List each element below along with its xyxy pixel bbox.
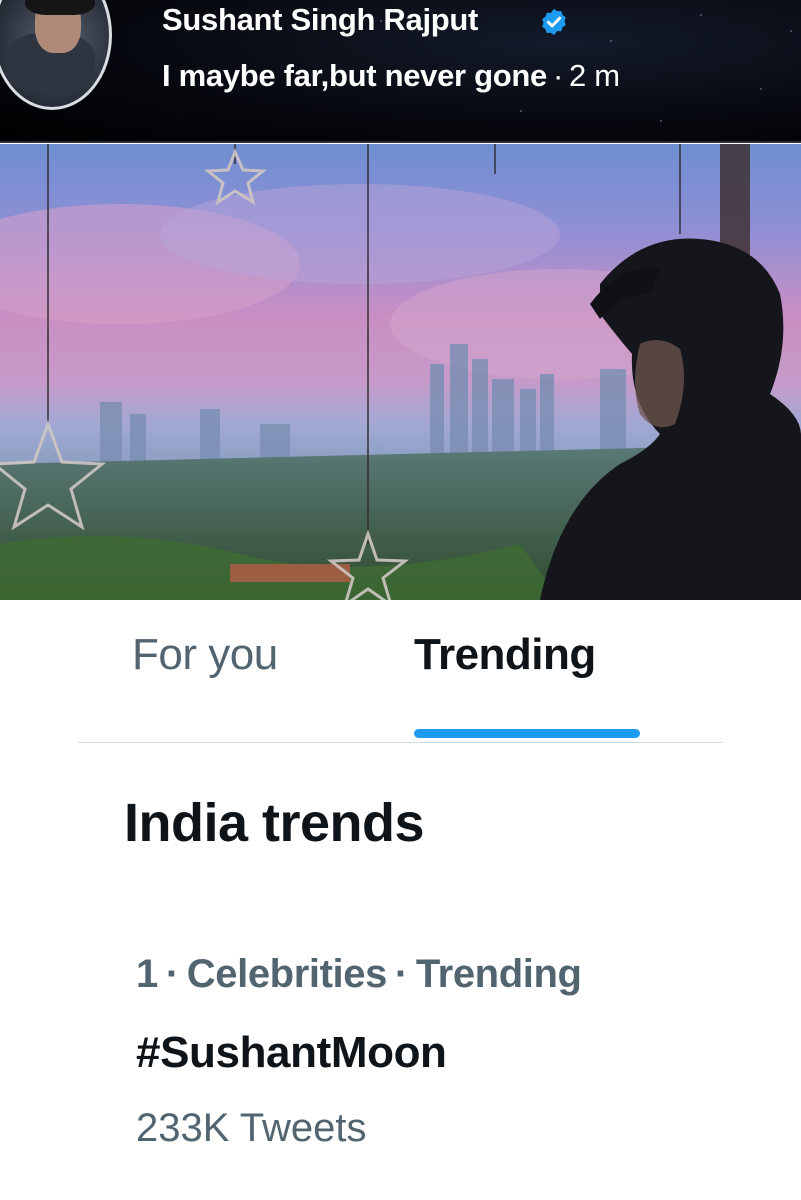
status-line: I maybe far,but never gone · 2 m — [162, 58, 620, 94]
avatar[interactable] — [0, 0, 112, 110]
active-tab-indicator — [414, 729, 640, 738]
trend-separator: · — [165, 952, 179, 996]
author-name[interactable]: Sushant Singh Rajput — [162, 2, 478, 38]
trend-hashtag[interactable]: #SushantMoon — [136, 1028, 447, 1078]
section-title: India trends — [124, 793, 425, 853]
status-text: I maybe far,but never gone — [162, 58, 547, 93]
post-time[interactable]: 2 m — [569, 58, 620, 93]
tab-trending[interactable]: Trending — [414, 630, 596, 680]
post-photo[interactable] — [0, 144, 801, 600]
trend-meta: 1 · Celebrities · Trending — [136, 952, 582, 997]
tab-for-you[interactable]: For you — [132, 630, 278, 680]
tab-divider — [78, 742, 723, 743]
photo-illustration — [0, 144, 801, 600]
verified-badge-icon — [542, 8, 566, 36]
header-rule — [0, 141, 801, 143]
post-header: Sushant Singh Rajput I maybe far,but nev… — [0, 0, 801, 143]
trend-tweet-count: 233K Tweets — [136, 1106, 367, 1150]
trend-context: Trending — [415, 952, 582, 996]
status-separator: · — [552, 58, 564, 93]
trend-rank: 1 — [136, 952, 158, 996]
trend-separator-2: · — [394, 952, 408, 996]
trend-category: Celebrities — [186, 952, 388, 996]
